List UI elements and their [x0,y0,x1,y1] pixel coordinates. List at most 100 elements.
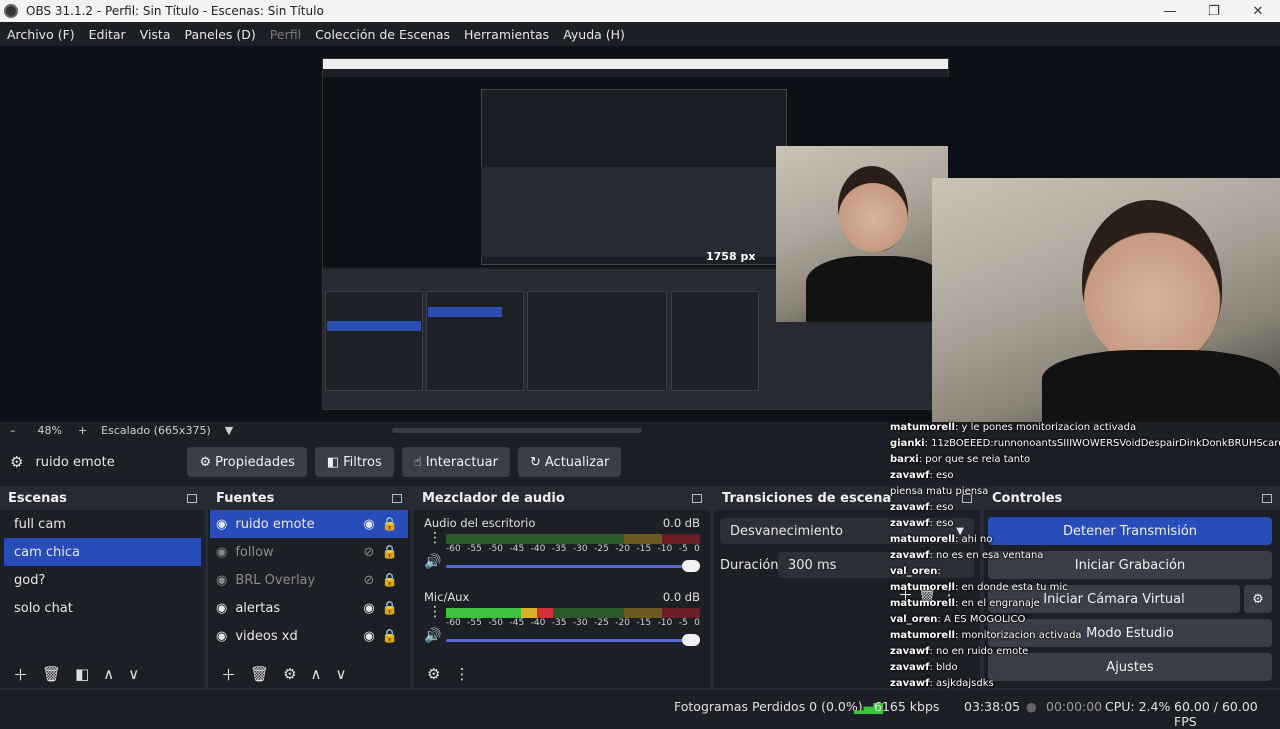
move-down-button[interactable]: ∨ [128,665,139,683]
virtual-camera-settings-button[interactable]: ⚙ [1244,585,1272,613]
transition-menu-icon[interactable]: ⋮ [942,586,957,604]
close-button[interactable]: ✕ [1236,4,1280,19]
menu-paneles[interactable]: Paneles (D) [178,27,263,42]
scene-item[interactable]: full cam [4,510,201,538]
scale-dropdown-icon[interactable]: ▼ [225,424,233,437]
advanced-audio-icon[interactable]: ⚙ [427,665,440,683]
start-virtual-camera-button[interactable]: Iniciar Cámara Virtual [988,585,1240,613]
menu-archivo[interactable]: Archivo (F) [0,27,82,42]
undock-icon[interactable] [962,493,972,503]
interact-button[interactable]: ☝ Interactuar [401,447,510,477]
meter-tick: -60 [446,618,461,628]
meter-tick: -30 [572,618,588,628]
controls-dock-header: Controles [984,486,1280,510]
filter-icon: ◧ [326,454,340,470]
start-recording-button[interactable]: Iniciar Grabación [988,551,1272,579]
refresh-button[interactable]: ↻ Actualizar [517,447,622,477]
duration-field[interactable]: 300 ms [778,552,974,578]
scene-item[interactable]: solo chat [4,594,201,622]
filters-button[interactable]: ◧ Filtros [314,447,394,477]
move-up-button[interactable]: ∧ [311,665,322,683]
meter-tick: -25 [594,544,609,554]
speaker-icon[interactable]: 🔊 [424,628,441,644]
scene-item[interactable]: god? [4,566,201,594]
preview-scrollbar[interactable] [392,428,642,433]
stream-time: 03:38:05 [964,699,1021,714]
stop-stream-button[interactable]: Detener Transmisión [988,517,1272,545]
add-scene-button[interactable]: ＋ [13,664,28,685]
lock-icon[interactable]: 🔒 [378,545,402,560]
remove-source-button[interactable]: 🗑 [250,665,269,683]
transitions-dock-header: Transiciones de escena [714,486,980,510]
menu-herramientas[interactable]: Herramientas [457,27,556,42]
record-dot-icon: ● [1026,699,1037,714]
transition-select[interactable]: Desvanecimiento ▼ [720,518,974,544]
add-transition-button[interactable]: ＋ [898,586,913,604]
source-item[interactable]: ◉ follow ⊘ 🔒 [210,538,408,566]
lock-icon[interactable]: 🔒 [378,517,402,532]
source-name: videos xd [235,628,298,644]
undock-icon[interactable] [692,493,702,503]
speaker-icon[interactable]: 🔊 [424,554,441,570]
scenes-list: full cam cam chica god? solo chat [0,510,205,622]
scene-filters-button[interactable]: ◧ [75,665,89,683]
source-name: ruido emote [235,516,315,532]
meter-tick: -50 [488,618,504,628]
remove-scene-button[interactable]: 🗑 [42,665,61,683]
source-item[interactable]: ◉ BRL Overlay ⊘ 🔒 [210,566,408,594]
properties-button[interactable]: ⚙ Propiedades [187,447,307,477]
undock-icon[interactable] [1262,493,1272,503]
eye-hidden-icon[interactable]: ⊘ [360,573,378,588]
mixer-menu-icon[interactable]: ⋮ [454,665,469,683]
dock-area: Escenas full cam cam chica god? solo chat ＋… [0,486,1280,690]
meter-tick: -55 [467,618,482,628]
meter-tick: -5 [678,618,688,628]
channel-menu-icon[interactable]: ⋮ [428,530,442,546]
source-settings-button[interactable]: ⚙ [283,665,296,683]
source-name: follow [235,544,274,560]
lock-icon[interactable]: 🔒 [378,601,402,616]
undock-icon[interactable] [392,493,402,503]
scenes-dock-header: Escenas [0,486,205,510]
volume-slider[interactable] [446,560,700,572]
controls-title: Controles [992,490,1063,506]
scene-item[interactable]: cam chica [4,538,201,566]
eye-hidden-icon[interactable]: ⊘ [360,545,378,560]
meter-tick: -25 [594,618,609,628]
undock-icon[interactable] [187,493,197,503]
eye-icon[interactable]: ◉ [360,517,378,532]
zoom-plus-button[interactable]: + [78,424,87,437]
status-bar: Fotogramas Perdidos 0 (0.0%) ▂▄▆ 6165 kb… [0,692,1280,729]
menu-editar[interactable]: Editar [82,27,133,42]
mixer-footer: ⚙ ⋮ [414,660,710,688]
add-source-button[interactable]: ＋ [221,664,236,685]
move-up-button[interactable]: ∧ [103,665,114,683]
meter-tick: -60 [446,544,461,554]
volume-slider[interactable] [446,634,700,646]
lock-icon[interactable]: 🔒 [378,573,402,588]
eye-icon[interactable]: ◉ [360,601,378,616]
minimize-button[interactable]: — [1148,4,1192,19]
remove-transition-button[interactable]: 🗑 [918,586,937,604]
channel-menu-icon[interactable]: ⋮ [428,604,442,620]
menu-vista[interactable]: Vista [133,27,178,42]
maximize-button[interactable]: ❐ [1192,4,1236,19]
eye-icon[interactable]: ◉ [360,629,378,644]
settings-button[interactable]: Ajustes [988,653,1272,681]
gear-icon: ⚙ [10,453,24,471]
selected-source-name: ruido emote [35,454,115,470]
move-down-button[interactable]: ∨ [336,665,347,683]
mixer-title: Mezclador de audio [422,490,565,506]
source-item[interactable]: ◉ ruido emote ◉ 🔒 [210,510,408,538]
lock-icon[interactable]: 🔒 [378,629,402,644]
source-item[interactable]: ◉ videos xd ◉ 🔒 [210,622,408,650]
source-item[interactable]: ◉ alertas ◉ 🔒 [210,594,408,622]
program-preview[interactable]: 1758 px [0,46,1280,422]
menu-ayuda[interactable]: Ayuda (H) [556,27,632,42]
scenes-footer: ＋ 🗑 ◧ ∧ ∨ [0,660,205,688]
menu-perfil[interactable]: Perfil [263,27,308,42]
fps: 60.00 / 60.00 FPS [1174,699,1258,729]
menu-coleccion-escenas[interactable]: Colección de Escenas [308,27,457,42]
zoom-minus-button[interactable]: – [10,424,16,437]
studio-mode-button[interactable]: Modo Estudio [988,619,1272,647]
